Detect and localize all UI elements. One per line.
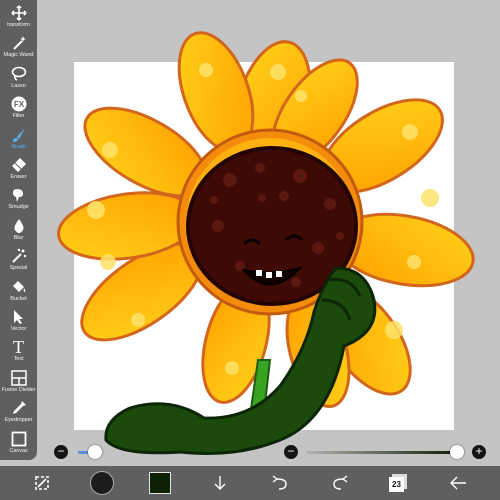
tool-blur[interactable]: Blur [0,217,37,247]
blur-icon [10,217,28,235]
opacity-track[interactable] [306,450,454,454]
tool-label: Blur [13,234,24,241]
tool-special[interactable]: Special [0,247,37,277]
tool-label: Eraser [10,174,27,181]
tool-vector[interactable]: Vector [0,308,37,338]
tool-magic-wand[interactable]: Magic Wand [0,34,37,64]
tool-label: Eyedropper [4,417,33,424]
fx-icon: FX [10,95,28,113]
brush-preview-icon [90,471,114,495]
redo-button[interactable] [326,469,354,497]
quick-menu-button[interactable] [28,469,56,497]
brush-preview-button[interactable] [88,469,116,497]
eraser-icon [10,156,28,174]
undo-icon [272,475,287,490]
tool-bucket[interactable]: Bucket [0,278,37,308]
tool-lasso[interactable]: Lasso [0,65,37,95]
tool-brush[interactable]: Brush [0,126,37,156]
frame-divider-icon [10,369,28,387]
tool-label: Smudge [8,204,29,211]
tool-label: Text [13,356,24,363]
color-button[interactable] [146,469,174,497]
lasso-icon [10,65,28,83]
drawing-workspace[interactable] [0,0,500,466]
vector-icon [10,308,28,326]
arrow-down-icon [214,476,226,490]
transform-icon [10,4,28,22]
brush-size-knob[interactable] [88,445,102,459]
bucket-icon [10,278,28,296]
tool-transform[interactable]: transform [0,4,37,34]
tool-label: Brush [11,143,26,150]
quick-menu-icon [35,476,49,490]
tool-label: Lasso [11,82,26,89]
current-color-swatch [149,472,171,494]
tool-label: Bucket [10,295,27,302]
tool-smudge[interactable]: Smudge [0,186,37,216]
bottom-toolbar: 23 [0,466,500,500]
tool-label: transform [7,22,30,28]
opacity-increase-button[interactable]: + [472,445,486,459]
tool-label: Special [9,265,28,272]
layers-button[interactable]: 23 [384,469,412,497]
undo-button[interactable] [266,469,294,497]
brush-size-decrease-button[interactable]: − [54,445,68,459]
tool-filter[interactable]: FX Filter [0,95,37,125]
special-icon [10,247,28,265]
layers-icon: 23 [389,474,407,492]
tool-label: Frame Divider [1,386,36,393]
back-button[interactable] [444,469,472,497]
tool-label: Vector [10,326,27,333]
tool-text[interactable]: T Text [0,338,37,368]
canvas-icon [10,430,28,448]
minus-icon: − [287,444,295,458]
arrow-left-icon [450,476,466,490]
tool-canvas[interactable]: Canvas [0,430,37,460]
opacity-knob[interactable] [450,445,464,459]
tool-panel: transform Magic Wand Lasso FX Filter Bru… [0,0,37,460]
tool-label: Magic Wand [3,52,34,59]
eyedropper-icon [10,399,28,417]
brush-size-slider[interactable]: − [54,442,112,462]
sunflower-artwork[interactable] [0,0,500,466]
smudge-icon [10,186,28,204]
tool-label: Filter [12,113,25,120]
download-button[interactable] [206,469,234,497]
layer-count: 23 [392,480,401,489]
magic-wand-icon [10,34,28,52]
tool-eraser[interactable]: Eraser [0,156,37,186]
fx-glyph: FX [13,100,24,109]
text-glyph: T [13,337,24,358]
tool-eyedropper[interactable]: Eyedropper [0,399,37,429]
tool-frame-divider[interactable]: Frame Divider [0,369,37,399]
plus-icon: + [475,444,483,458]
tool-label: Canvas [9,447,28,454]
opacity-slider[interactable]: − + [284,442,490,462]
opacity-decrease-button[interactable]: − [284,445,298,459]
text-icon: T [10,338,28,356]
minus-icon: − [57,444,65,458]
brush-icon [10,126,28,144]
redo-icon [333,475,348,490]
